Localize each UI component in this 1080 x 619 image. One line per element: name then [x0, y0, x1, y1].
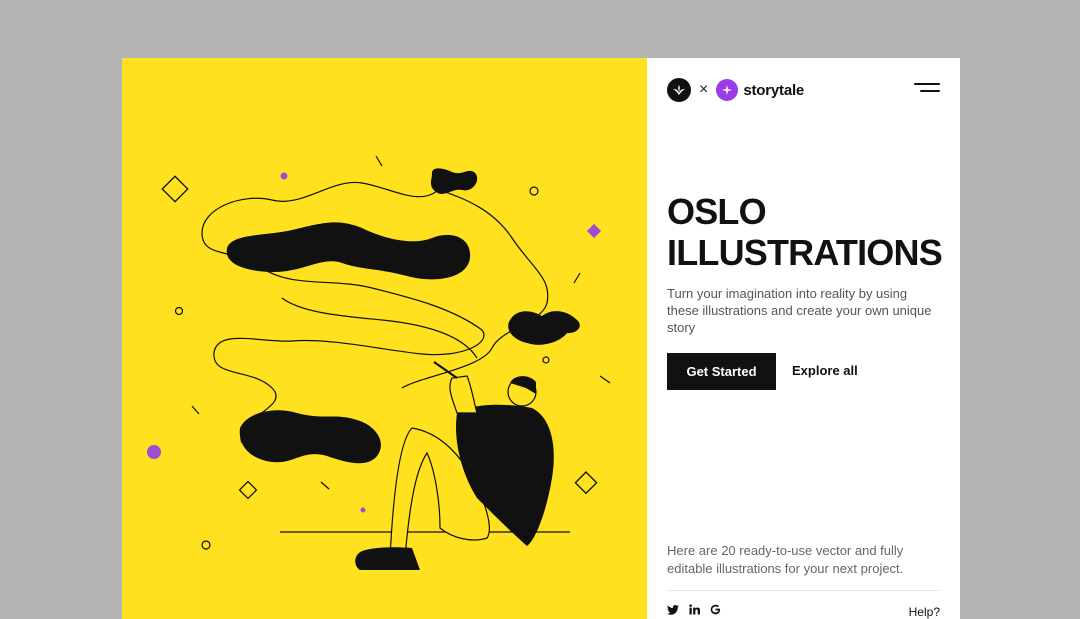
circle-outline-1: [529, 186, 539, 196]
title-line-2: ILLUSTRATIONS: [667, 232, 943, 273]
dot-purple-tiny: [360, 507, 366, 513]
page-title: OSLO ILLUSTRATIONS: [667, 191, 943, 273]
diamond-purple: [586, 223, 602, 239]
black-blob-right: [508, 311, 580, 345]
wavy-line: [201, 181, 485, 444]
dash-2: [573, 272, 581, 284]
person-foot: [355, 547, 420, 570]
hamburger-menu-icon[interactable]: [914, 83, 940, 95]
pack-description: Here are 20 ready-to-use vector and full…: [667, 543, 904, 576]
dot-purple-large: [147, 445, 161, 459]
plus-logo-icon: [716, 79, 739, 101]
wavy-line-2: [401, 189, 549, 389]
diamond-outline-2: [574, 471, 598, 495]
black-blob-bottom: [239, 410, 381, 464]
landing-card: × storytale OSLO ILLUSTRATIONS Turn your…: [122, 58, 960, 619]
dash-3: [599, 375, 611, 384]
circle-outline-4: [201, 540, 211, 550]
circle-outline-3: [542, 356, 550, 364]
brand-separator: ×: [699, 81, 709, 98]
dash-4: [191, 405, 200, 415]
black-blob-top: [431, 168, 478, 194]
dash-5: [320, 481, 330, 490]
hero-illustration: [122, 58, 647, 619]
twitter-icon[interactable]: [667, 604, 679, 615]
social-links: [667, 604, 721, 615]
diamond-outline-3: [238, 480, 258, 500]
content-panel: × storytale OSLO ILLUSTRATIONS Turn your…: [647, 58, 960, 619]
brand-name: storytale: [743, 81, 805, 99]
footer-divider: [667, 590, 940, 591]
title-line-1: OSLO: [667, 191, 767, 232]
linkedin-icon[interactable]: [689, 604, 700, 615]
circle-outline-2: [174, 306, 184, 316]
diamond-outline-1: [161, 175, 189, 203]
google-icon[interactable]: [710, 604, 721, 615]
person-arm: [449, 375, 478, 414]
oslo-illustration: [147, 155, 611, 570]
dot-purple-small: [280, 172, 288, 180]
explore-all-link[interactable]: Explore all: [792, 363, 858, 378]
brand-lockup[interactable]: × storytale: [667, 77, 804, 103]
help-link[interactable]: Help?: [909, 605, 940, 619]
dash-1: [375, 155, 383, 167]
black-blob-main: [226, 222, 471, 280]
person-figure: [355, 361, 554, 570]
get-started-button[interactable]: Get Started: [667, 353, 776, 390]
wavy-line-3: [281, 297, 478, 359]
hero-subtitle: Turn your imagination into reality by us…: [667, 286, 932, 335]
leaf-logo-icon: [667, 78, 691, 102]
